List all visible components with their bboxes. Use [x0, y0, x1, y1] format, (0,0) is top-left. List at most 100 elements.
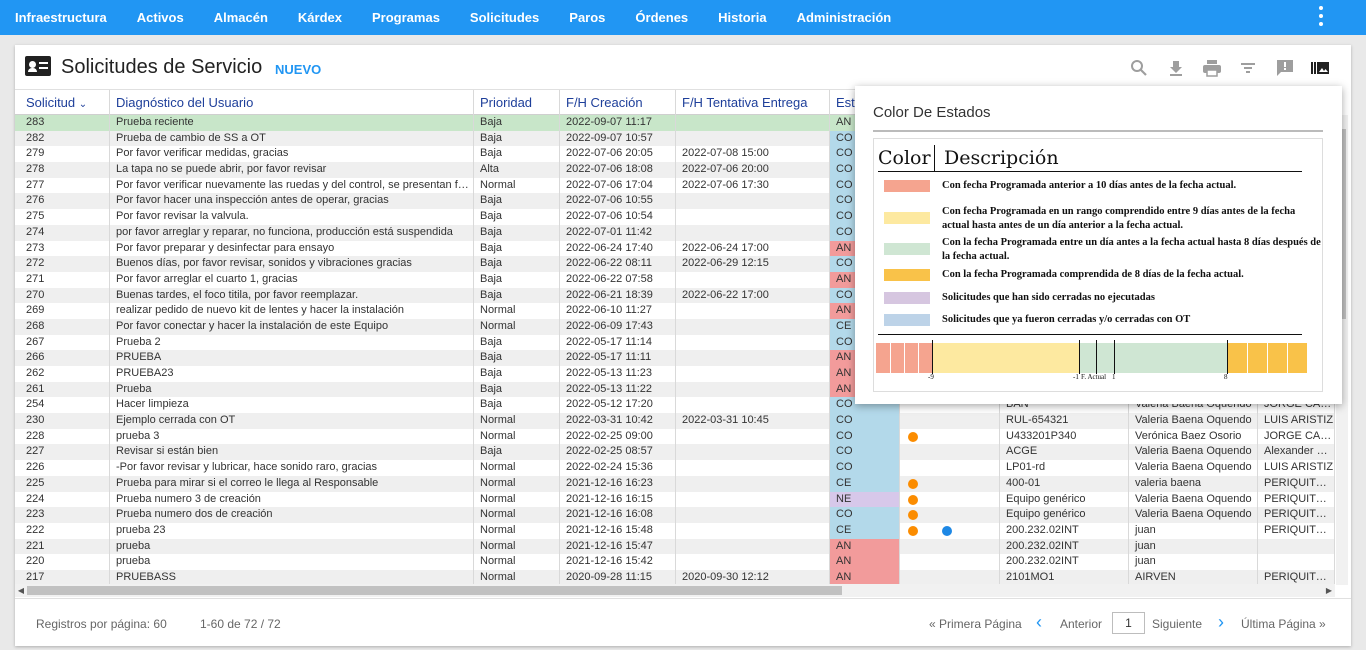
more-options-icon[interactable] — [1314, 6, 1328, 26]
nav-item-7[interactable]: Órdenes — [620, 0, 703, 35]
scroll-right-icon[interactable]: ▶ — [1323, 584, 1335, 597]
column-header-prioridad[interactable]: Prioridad — [474, 90, 560, 115]
scale-label: 1 — [1112, 373, 1116, 381]
cell-created: 2022-07-06 20:05 — [560, 146, 676, 163]
color-legend-icon[interactable] — [1310, 59, 1330, 79]
cell-diag: prueba — [110, 538, 474, 555]
orange-dot-icon — [908, 431, 918, 442]
scale-segment — [932, 343, 1079, 373]
search-icon[interactable] — [1129, 59, 1149, 79]
cell-due: 2022-07-06 17:30 — [676, 177, 830, 194]
nav-item-8[interactable]: Historia — [703, 0, 781, 35]
table-row[interactable]: 228 prueba 3 Normal 2022-02-25 09:00 CO U4332… — [15, 428, 1335, 445]
table-row[interactable]: 221 prueba Normal 2021-12-16 15:47 AN 200.232… — [15, 538, 1335, 555]
sort-down-icon[interactable]: ⌄ — [79, 99, 87, 110]
page-header: Solicitudes de Servicio NUEVO — [15, 45, 1351, 89]
popup-divider — [873, 130, 1323, 132]
cell-due — [676, 475, 830, 492]
nav-item-2[interactable]: Almacén — [199, 0, 283, 35]
nav-item-3[interactable]: Kárdex — [283, 0, 357, 35]
cell-prio: Baja — [474, 209, 560, 225]
scroll-left-icon[interactable]: ◀ — [15, 584, 27, 597]
cell-id: 278 — [20, 162, 110, 178]
last-page-link[interactable]: Última Página » — [1241, 617, 1326, 631]
table-row[interactable]: 223 Prueba numero dos de creación Normal 20… — [15, 507, 1335, 523]
records-per-page[interactable]: Registros por página: 60 — [36, 617, 167, 631]
nav-item-6[interactable]: Paros — [554, 0, 620, 35]
next-page-link[interactable]: Siguiente — [1152, 617, 1202, 631]
cell-id: 266 — [20, 350, 110, 366]
cell-prio: Baja — [474, 381, 560, 398]
cell-id: 222 — [20, 522, 110, 539]
cell-diag: Por favor arreglar el cuarto 1, gracias — [110, 271, 474, 288]
cell-id: 273 — [20, 240, 110, 257]
cell-activo: 200.232.02INT — [1000, 554, 1129, 570]
nav-item-0[interactable]: Infraestructura — [0, 0, 122, 35]
cell-status: CO — [830, 444, 900, 461]
legend-description: Solicitudes que ya fueron cerradas y/o c… — [942, 314, 1191, 325]
chevron-left-icon[interactable]: ‹ — [1036, 612, 1042, 633]
legend-swatch — [884, 269, 930, 281]
cell-prio: Normal — [474, 303, 560, 319]
cell-status: CE — [830, 522, 900, 539]
cell-diag: Prueba reciente — [110, 115, 474, 131]
filter-icon[interactable] — [1238, 59, 1258, 79]
orange-dot-icon — [908, 478, 918, 489]
cell-resp: valeria baena — [1129, 475, 1258, 492]
table-row[interactable]: 225 Prueba para mirar si el correo le lle… — [15, 475, 1335, 492]
cell-diag: Ejemplo cerrada con OT — [110, 413, 474, 429]
legend-description: Solicitudes que han sido cerradas no eje… — [942, 292, 1155, 303]
cell-id: 270 — [20, 287, 110, 304]
feedback-icon[interactable] — [1275, 59, 1295, 79]
download-icon[interactable] — [1166, 59, 1186, 79]
cell-resp: Valeria Baena Oquendo — [1129, 444, 1258, 461]
cell-due — [676, 381, 830, 398]
cell-activo: ACGE — [1000, 444, 1129, 461]
cell-activo: Equipo genérico — [1000, 491, 1129, 508]
table-row[interactable]: 220 prueba Normal 2021-12-16 15:42 AN 200.232… — [15, 554, 1335, 570]
table-row[interactable]: 224 Prueba numero 3 de creación Normal 2021… — [15, 491, 1335, 508]
legend-description: Con la fecha Programada entre un día ant… — [942, 237, 1321, 262]
legend-divider-bottom — [878, 334, 1302, 335]
indicator-cell — [900, 491, 1000, 508]
scale-label: F. Actual — [1081, 373, 1107, 381]
cell-created: 2022-07-01 11:42 — [560, 224, 676, 241]
nav-item-4[interactable]: Programas — [357, 0, 455, 35]
column-header-diagnostico[interactable]: Diagnóstico del Usuario — [110, 90, 474, 115]
cell-id: 269 — [20, 303, 110, 319]
indicator-cell — [900, 554, 1000, 570]
horizontal-scrollbar[interactable]: ◀ ▶ — [15, 584, 1335, 597]
cell-prio: Baja — [474, 287, 560, 304]
previous-page-link[interactable]: Anterior — [1060, 617, 1102, 631]
cell-diag: Por favor verificar nuevamente las rueda… — [110, 177, 474, 194]
horizontal-scroll-thumb[interactable] — [27, 586, 842, 595]
table-row[interactable]: 230 Ejemplo cerrada con OT Normal 2022-03-3… — [15, 413, 1335, 429]
cell-status: CO — [830, 460, 900, 476]
legend-swatch — [884, 243, 930, 255]
table-row[interactable]: 227 Revisar si están bien Baja 2022-02-25 0… — [15, 444, 1335, 461]
cell-created: 2022-05-12 17:20 — [560, 397, 676, 414]
cell-created: 2022-02-25 08:57 — [560, 444, 676, 461]
cell-resp: juan — [1129, 538, 1258, 555]
chevron-right-icon[interactable]: › — [1218, 612, 1224, 633]
table-row[interactable]: 226 -Por favor revisar y lubricar, hace s… — [15, 460, 1335, 476]
cell-id: 277 — [20, 177, 110, 194]
page-number-input[interactable]: 1 — [1112, 612, 1145, 634]
first-page-link[interactable]: « Primera Página — [929, 617, 1022, 631]
cell-id: 261 — [20, 381, 110, 398]
cell-id: 254 — [20, 397, 110, 414]
column-header-entrega[interactable]: F/H Tentativa Entrega — [676, 90, 830, 115]
new-request-button[interactable]: NUEVO — [275, 62, 321, 77]
table-row[interactable]: 222 prueba 23 Normal 2021-12-16 15:48 CE 200.… — [15, 522, 1335, 539]
cell-prio: Baja — [474, 256, 560, 272]
nav-item-9[interactable]: Administración — [782, 0, 907, 35]
column-header-creacion[interactable]: F/H Creación — [560, 90, 676, 115]
indicator-cell — [900, 507, 1000, 523]
cell-resp: Verónica Baez Osorio — [1129, 428, 1258, 445]
nav-item-1[interactable]: Activos — [122, 0, 199, 35]
cell-diag: por favor arreglar y reparar, no funcion… — [110, 224, 474, 241]
nav-item-5[interactable]: Solicitudes — [455, 0, 554, 35]
column-header-solicitud[interactable]: Solicitud ⌄ — [20, 90, 110, 115]
print-icon[interactable] — [1202, 59, 1222, 79]
cell-activo: RUL-654321 — [1000, 413, 1129, 429]
